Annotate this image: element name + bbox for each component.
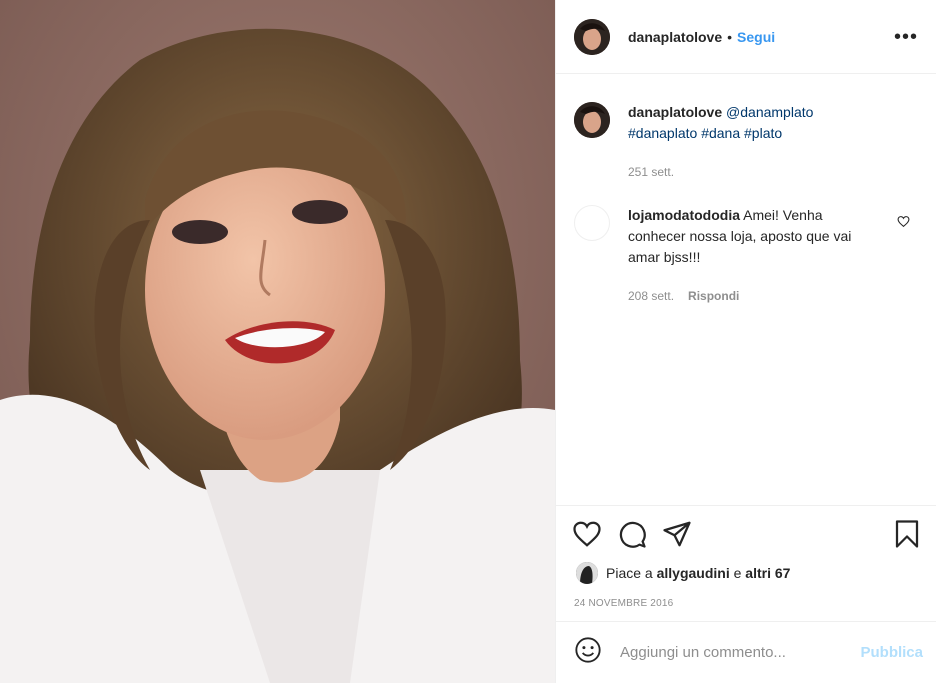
post-actions: Piace a allygaudini e altri 67 24 NOVEMB…	[556, 505, 936, 609]
more-icon[interactable]: •••	[894, 27, 918, 47]
author-avatar[interactable]	[574, 18, 610, 55]
comment-body: lojamodatododia Amei! Venha conhecer nos…	[628, 205, 878, 307]
action-icons	[556, 506, 936, 554]
caption-age[interactable]: 251 sett.	[628, 162, 908, 183]
hashtag-link[interactable]: #dana	[701, 125, 740, 141]
add-comment-bar: Pubblica	[556, 621, 936, 683]
comment-meta: 208 sett. Rispondi	[628, 286, 878, 307]
caption-avatar[interactable]	[574, 102, 610, 138]
comment-input[interactable]	[618, 643, 861, 662]
like-comment-icon[interactable]	[897, 215, 910, 233]
publish-button[interactable]: Pubblica	[860, 644, 923, 661]
separator-dot: •	[727, 28, 733, 45]
hashtag-link[interactable]: #danaplato	[628, 125, 697, 141]
portrait-image	[0, 0, 555, 683]
post-sidebar: danaplatolove • Segui ••• danaplatolove …	[555, 0, 936, 683]
bookmark-icon[interactable]	[893, 519, 921, 554]
likes-summary: Piace a allygaudini e altri 67	[556, 554, 936, 584]
share-icon[interactable]	[662, 519, 692, 554]
comment-item: lojamodatododia Amei! Venha conhecer nos…	[556, 205, 936, 307]
caption-username[interactable]: danaplatolove	[628, 104, 722, 120]
reply-button[interactable]: Rispondi	[688, 289, 739, 303]
post-header: danaplatolove • Segui •••	[556, 0, 936, 74]
liker-avatar[interactable]	[576, 562, 598, 584]
caption: danaplatolove @danamplato #danaplato #da…	[556, 74, 936, 183]
emoji-icon[interactable]	[574, 636, 602, 669]
liker-username[interactable]: allygaudini	[657, 565, 730, 581]
post-date[interactable]: 24 NOVEMBRE 2016	[556, 584, 936, 609]
author-username[interactable]: danaplatolove	[628, 29, 722, 45]
follow-button[interactable]: Segui	[737, 29, 775, 45]
comment-icon[interactable]	[617, 519, 647, 554]
likes-prefix: Piace a	[606, 565, 657, 581]
likes-others[interactable]: altri 67	[745, 565, 790, 581]
caption-text: danaplatolove @danamplato #danaplato #da…	[628, 102, 908, 183]
caption-mention[interactable]: @danamplato	[726, 104, 813, 120]
commenter-username[interactable]: lojamodatododia	[628, 207, 740, 223]
heart-icon[interactable]	[572, 519, 602, 554]
commenter-avatar[interactable]	[574, 205, 610, 241]
comment-age[interactable]: 208 sett.	[628, 289, 674, 303]
post-photo[interactable]	[0, 0, 555, 683]
hashtag-link[interactable]: #plato	[744, 125, 782, 141]
likes-mid: e	[729, 565, 746, 581]
